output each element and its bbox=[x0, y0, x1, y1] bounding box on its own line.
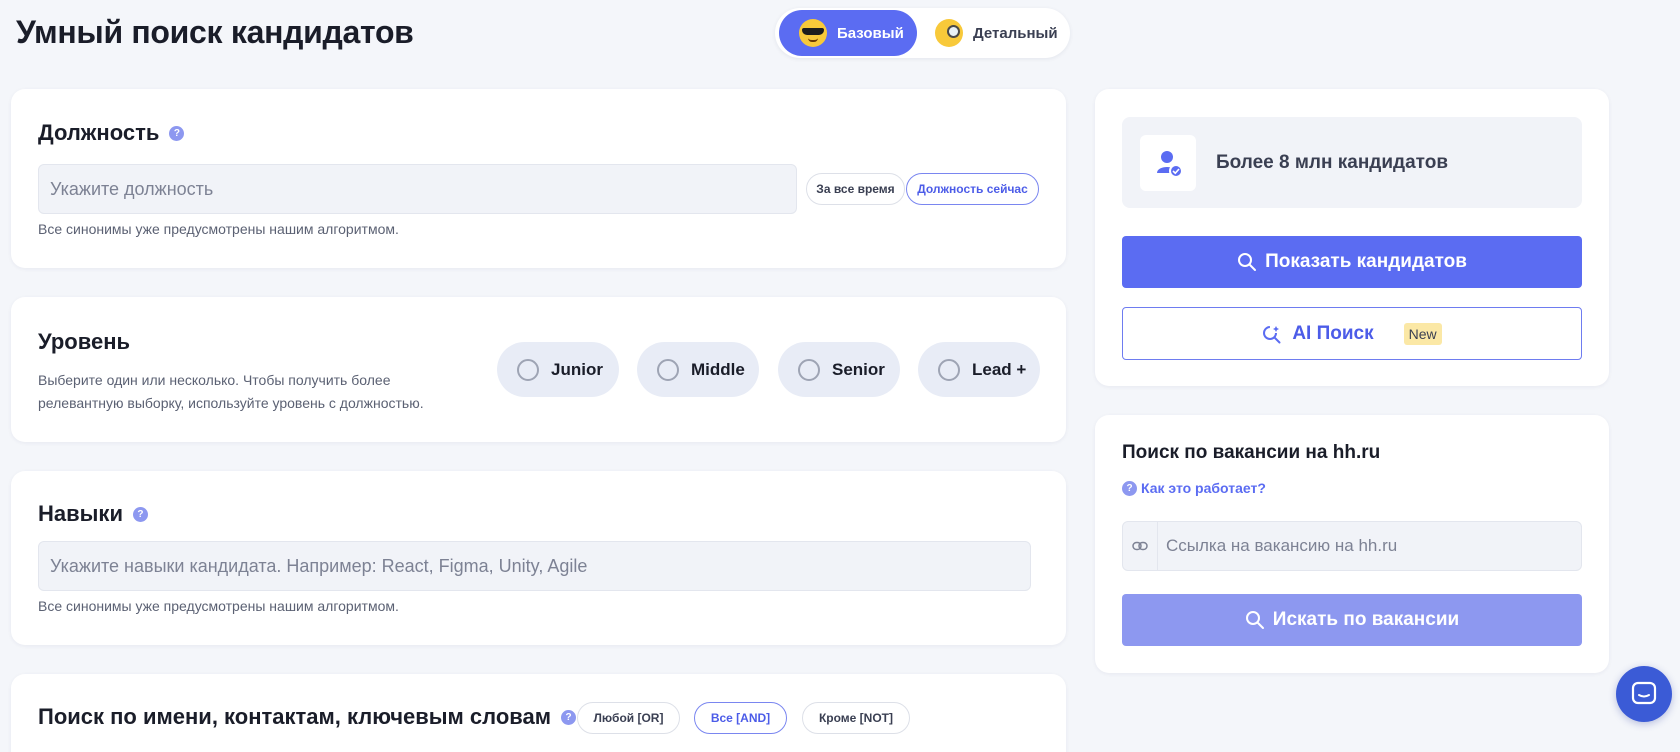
mode-basic-label: Базовый bbox=[837, 24, 904, 42]
level-option-senior[interactable]: Senior bbox=[778, 342, 900, 397]
level-option-junior[interactable]: Junior bbox=[497, 342, 619, 397]
ai-search-button[interactable]: AI Поиск New bbox=[1122, 307, 1582, 360]
position-title: Должность bbox=[38, 120, 160, 145]
radio-icon bbox=[938, 358, 960, 381]
search-by-vacancy-label: Искать по вакансии bbox=[1272, 609, 1460, 630]
vacancy-link-placeholder: Ссылка на вакансию на hh.ru bbox=[1166, 536, 1398, 555]
sunglasses-emoji-icon bbox=[799, 19, 827, 47]
page-title: Умный поиск кандидатов bbox=[16, 14, 414, 50]
level-option-label: Junior bbox=[551, 359, 603, 379]
how-it-works-label: Как это работает? bbox=[1141, 480, 1266, 496]
mode-basic-button[interactable]: Базовый bbox=[779, 10, 917, 56]
level-option-label: Lead + bbox=[972, 359, 1027, 379]
mode-not-button[interactable]: Кроме [NOT] bbox=[802, 702, 910, 734]
link-icon bbox=[1123, 522, 1158, 570]
level-option-middle[interactable]: Middle bbox=[637, 342, 759, 397]
skills-input[interactable]: Укажите навыки кандидата. Например: Reac… bbox=[38, 541, 1031, 591]
show-candidates-label: Показать кандидатов bbox=[1265, 251, 1467, 272]
ai-search-icon bbox=[1263, 325, 1281, 343]
radio-icon bbox=[798, 358, 820, 381]
keyword-search-section-title: Поиск по имени, контактам, ключевым слов… bbox=[38, 704, 577, 730]
search-mode-switch: Базовый Детальный bbox=[775, 8, 1070, 58]
vacancy-link-input[interactable]: Ссылка на вакансию на hh.ru bbox=[1122, 521, 1582, 571]
chat-icon bbox=[1631, 681, 1657, 705]
skills-hint: Все синонимы уже предусмотрены нашим алг… bbox=[38, 598, 399, 614]
toggle-all-time[interactable]: За все время bbox=[806, 173, 905, 205]
mode-or-button[interactable]: Любой [OR] bbox=[577, 702, 680, 734]
candidate-count-box: Более 8 млн кандидатов bbox=[1122, 117, 1582, 208]
help-icon[interactable]: ? bbox=[169, 125, 185, 141]
level-title: Уровень bbox=[38, 329, 131, 354]
search-icon bbox=[1245, 611, 1264, 629]
skills-title: Навыки bbox=[38, 501, 123, 526]
mode-detailed-button[interactable]: Детальный bbox=[917, 10, 1078, 56]
radio-icon bbox=[657, 358, 679, 381]
new-badge: New bbox=[1403, 322, 1442, 345]
mode-detailed-label: Детальный bbox=[973, 24, 1058, 42]
position-section-title: Должность ? bbox=[38, 120, 185, 146]
help-icon: ? bbox=[1122, 480, 1137, 496]
radio-icon bbox=[517, 358, 539, 381]
how-it-works-link[interactable]: ? Как это работает? bbox=[1122, 480, 1266, 496]
position-input[interactable]: Укажите должность bbox=[38, 164, 797, 214]
ai-search-label: AI Поиск bbox=[1292, 322, 1374, 344]
search-by-vacancy-button[interactable]: Искать по вакансии bbox=[1122, 594, 1582, 646]
level-hint-line-2: релевантную выборку, используйте уровень… bbox=[38, 395, 424, 411]
help-icon[interactable]: ? bbox=[132, 506, 148, 522]
level-hint-line-1: Выберите один или несколько. Чтобы получ… bbox=[38, 372, 391, 388]
help-icon[interactable]: ? bbox=[561, 709, 577, 725]
level-hint: Выберите один или несколько. Чтобы получ… bbox=[38, 369, 424, 415]
monocle-emoji-icon bbox=[935, 19, 963, 47]
user-check-icon bbox=[1140, 134, 1196, 191]
position-hint: Все синонимы уже предусмотрены нашим алг… bbox=[38, 221, 399, 237]
level-option-label: Middle bbox=[691, 359, 745, 379]
skills-section-title: Навыки ? bbox=[38, 501, 148, 527]
position-input-placeholder: Укажите должность bbox=[50, 178, 214, 199]
toggle-current-position[interactable]: Должность сейчас bbox=[906, 173, 1039, 205]
search-icon bbox=[1238, 253, 1257, 271]
mode-and-button[interactable]: Все [AND] bbox=[694, 702, 787, 734]
chat-button[interactable] bbox=[1616, 666, 1672, 722]
candidate-count-text: Более 8 млн кандидатов bbox=[1216, 151, 1449, 173]
skills-input-placeholder: Укажите навыки кандидата. Например: Reac… bbox=[50, 555, 588, 576]
show-candidates-button[interactable]: Показать кандидатов bbox=[1122, 236, 1582, 288]
hh-search-title: Поиск по вакансии на hh.ru bbox=[1122, 442, 1381, 463]
keyword-search-title: Поиск по имени, контактам, ключевым слов… bbox=[38, 704, 552, 729]
level-option-label: Senior bbox=[832, 359, 885, 379]
level-option-lead[interactable]: Lead + bbox=[918, 342, 1040, 397]
